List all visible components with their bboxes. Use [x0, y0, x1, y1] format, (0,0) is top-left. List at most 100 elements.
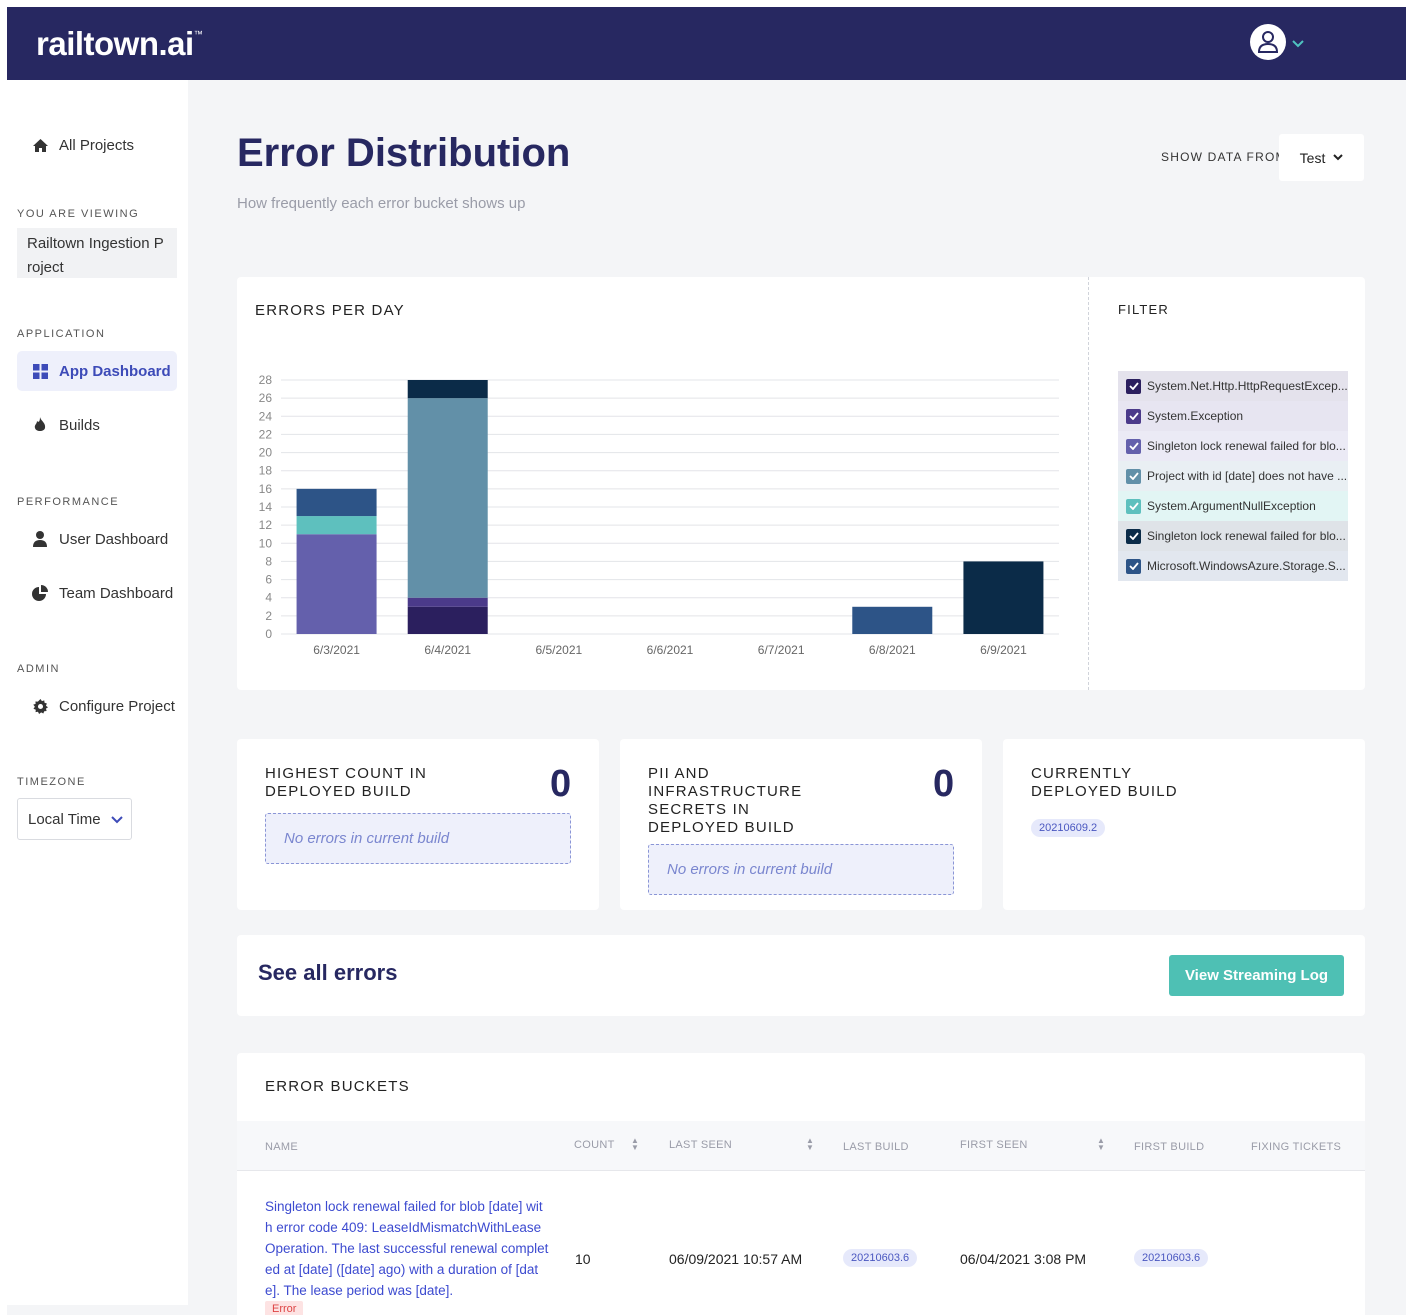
chevron-down-icon[interactable]: [1292, 35, 1304, 51]
column-first-seen[interactable]: FIRST SEEN: [960, 1139, 1028, 1151]
column-first-build[interactable]: FIRST BUILD: [1134, 1141, 1204, 1153]
y-tick-label: 10: [259, 536, 273, 550]
checkbox-checked-icon[interactable]: [1126, 438, 1141, 454]
empty-state: No errors in current build: [265, 813, 571, 864]
column-name[interactable]: NAME: [265, 1141, 298, 1153]
x-tick-label: 6/6/2021: [647, 643, 694, 657]
see-all-errors-title: See all errors: [258, 960, 398, 985]
sort-icon[interactable]: ▲ ▼: [1097, 1137, 1105, 1152]
environment-value: Test: [1299, 149, 1326, 166]
y-tick-label: 24: [259, 409, 273, 423]
buckets-heading: ERROR BUCKETS: [265, 1078, 410, 1095]
x-tick-label: 6/7/2021: [758, 643, 805, 657]
view-streaming-log-button[interactable]: View Streaming Log: [1169, 955, 1344, 996]
x-tick-label: 6/4/2021: [424, 643, 471, 657]
y-tick-label: 8: [265, 554, 272, 568]
divider: [1088, 277, 1089, 690]
empty-state: No errors in current build: [648, 844, 954, 895]
y-tick-label: 26: [259, 391, 273, 405]
error-level-badge: Error: [265, 1301, 304, 1315]
x-tick-label: 6/5/2021: [535, 643, 582, 657]
y-tick-label: 20: [259, 446, 273, 460]
sidebar-item-builds[interactable]: Builds: [17, 405, 177, 445]
error-count: 10: [575, 1251, 591, 1267]
user-avatar[interactable]: [1250, 24, 1286, 60]
filter-label: Microsoft.WindowsAzure.Storage.S...: [1147, 559, 1346, 573]
y-tick-label: 0: [265, 627, 272, 641]
sort-icon[interactable]: ▲ ▼: [631, 1137, 639, 1152]
column-count[interactable]: COUNT: [574, 1139, 615, 1151]
pie-chart-icon: [31, 584, 49, 602]
show-data-from-label: SHOW DATA FROM:: [1161, 150, 1292, 164]
x-tick-label: 6/8/2021: [869, 643, 916, 657]
first-seen: 06/04/2021 3:08 PM: [960, 1251, 1087, 1267]
sidebar-item-user-dashboard[interactable]: User Dashboard: [17, 519, 177, 559]
checkbox-checked-icon[interactable]: [1126, 498, 1141, 514]
environment-select[interactable]: Test: [1279, 134, 1364, 181]
sort-icon[interactable]: ▲ ▼: [806, 1137, 814, 1152]
home-icon: [31, 136, 49, 154]
section-heading-admin: ADMIN: [17, 663, 60, 675]
timezone-select[interactable]: Local Time: [17, 798, 132, 840]
filter-item[interactable]: System.Net.Http.HttpRequestExcep...: [1118, 371, 1348, 401]
filter-label: Project with id [date] does not have ...: [1147, 469, 1348, 483]
bar-segment: [963, 561, 1044, 634]
column-fixing-tickets[interactable]: FIXING TICKETS: [1251, 1141, 1341, 1153]
highest-count-card: HIGHEST COUNT IN DEPLOYED BUILD 0 No err…: [237, 739, 599, 910]
sidebar-item-app-dashboard[interactable]: App Dashboard: [17, 351, 177, 391]
y-tick-label: 16: [259, 482, 273, 496]
bar-segment: [852, 606, 933, 634]
sidebar-item-label: User Dashboard: [59, 530, 169, 548]
error-buckets-card: ERROR BUCKETS NAME COUNT ▲ ▼ LAST SEEN ▲ ▼…: [237, 1053, 1365, 1315]
app-frame: railtown.ai™ All Projects YOU ARE VIEWIN…: [7, 7, 1406, 1315]
section-heading-timezone: TIMEZONE: [17, 776, 86, 788]
filter-item[interactable]: Project with id [date] does not have ...: [1118, 461, 1348, 491]
checkbox-checked-icon[interactable]: [1126, 378, 1141, 394]
first-build-badge[interactable]: 20210603.6: [1134, 1249, 1209, 1267]
last-build-badge[interactable]: 20210603.6: [843, 1249, 918, 1267]
checkbox-checked-icon[interactable]: [1126, 408, 1141, 424]
sidebar-item-label: All Projects: [59, 136, 135, 154]
stat-value: 0: [550, 763, 572, 805]
section-heading-application: APPLICATION: [17, 328, 106, 340]
checkbox-checked-icon[interactable]: [1126, 468, 1141, 484]
filter-item[interactable]: Microsoft.WindowsAzure.Storage.S...: [1118, 551, 1348, 581]
filter-heading: FILTER: [1118, 302, 1170, 317]
sidebar-item-label: Builds: [59, 416, 100, 434]
gear-icon: [31, 697, 49, 715]
fire-icon: [31, 416, 49, 434]
stat-value: 0: [933, 763, 955, 805]
column-last-build[interactable]: LAST BUILD: [843, 1141, 909, 1153]
bar-segment: [296, 488, 377, 517]
page-subtitle: How frequently each error bucket shows u…: [237, 195, 526, 212]
filter-item[interactable]: System.ArgumentNullException: [1118, 491, 1348, 521]
chevron-down-icon: [1333, 152, 1344, 164]
logo[interactable]: railtown.ai™: [36, 25, 203, 63]
sidebar-item-all-projects[interactable]: All Projects: [17, 125, 177, 165]
sidebar-item-label: Configure Project: [59, 697, 175, 715]
last-seen: 06/09/2021 10:57 AM: [669, 1251, 803, 1267]
column-last-seen[interactable]: LAST SEEN: [669, 1139, 732, 1151]
y-tick-label: 4: [265, 591, 272, 605]
checkbox-checked-icon[interactable]: [1126, 558, 1141, 574]
build-badge[interactable]: 20210609.2: [1031, 819, 1106, 837]
filter-item[interactable]: Singleton lock renewal failed for blo...: [1118, 431, 1348, 461]
bar-segment: [407, 606, 488, 634]
y-tick-label: 12: [259, 518, 273, 532]
stat-label: HIGHEST COUNT IN DEPLOYED BUILD: [265, 765, 427, 800]
user-icon: [1257, 31, 1279, 53]
y-tick-label: 28: [259, 373, 273, 387]
sidebar-item-label: Team Dashboard: [59, 584, 174, 602]
pii-secrets-card: PII AND INFRASTRUCTURE SECRETS IN DEPLOY…: [620, 739, 982, 910]
sidebar-item-configure-project[interactable]: Configure Project: [17, 686, 177, 726]
filter-item[interactable]: Singleton lock renewal failed for blo...: [1118, 521, 1348, 551]
filter-item[interactable]: System.Exception: [1118, 401, 1348, 431]
checkbox-checked-icon[interactable]: [1126, 528, 1141, 544]
error-bucket-name-link[interactable]: Singleton lock renewal failed for blob […: [265, 1196, 549, 1301]
deployed-build-card: CURRENTLY DEPLOYED BUILD 20210609.2: [1003, 739, 1365, 910]
bar-segment: [296, 516, 377, 535]
chevron-down-icon: [110, 811, 123, 828]
sidebar-item-team-dashboard[interactable]: Team Dashboard: [17, 573, 177, 613]
stat-label: PII AND INFRASTRUCTURE SECRETS IN DEPLOY…: [648, 765, 803, 836]
filter-label: System.Net.Http.HttpRequestExcep...: [1147, 379, 1348, 393]
